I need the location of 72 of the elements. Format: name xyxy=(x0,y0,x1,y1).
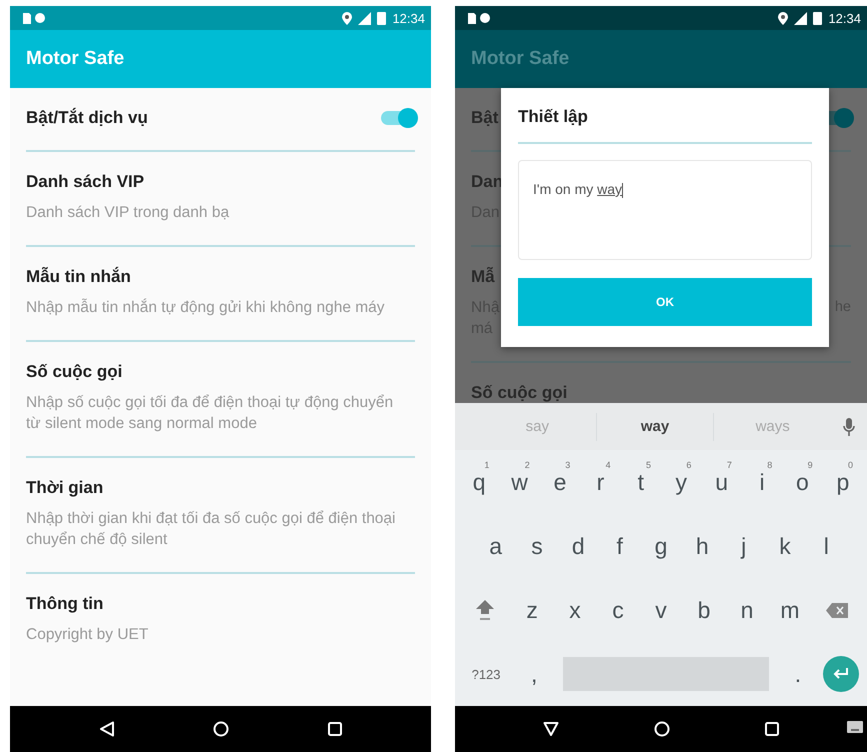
symbols-key[interactable]: ?123 xyxy=(459,646,514,702)
signal-icon xyxy=(794,12,808,24)
setting-summary: Danh sách VIP trong danh bạ xyxy=(26,203,230,223)
setting-title: Danh sách VIP xyxy=(26,172,146,192)
keyboard-key[interactable]: d xyxy=(558,518,599,574)
setting-title: Số cuộc gọi xyxy=(26,362,124,382)
keyboard-key[interactable]: c xyxy=(596,582,640,638)
keyboard-key[interactable]: 1 q xyxy=(459,454,500,510)
keyboard-key[interactable]: n xyxy=(726,582,768,638)
status-time: 12:34 xyxy=(392,10,425,26)
suggestion[interactable]: way xyxy=(596,412,714,440)
setting-summary: Nhập số cuộc gọi tối đa để điện thoại tự động chuyển từ silent mode sang normal mode xyxy=(26,393,394,434)
setting-title: Thời gian xyxy=(26,478,104,498)
keyboard-key[interactable]: 4 r xyxy=(580,454,621,510)
keyboard-key[interactable]: 7 u xyxy=(701,454,742,510)
signal-icon xyxy=(358,12,372,24)
keyboard-key[interactable]: x xyxy=(554,582,597,638)
keyboard-key[interactable]: k xyxy=(764,518,806,574)
keyboard-key[interactable]: 9 o xyxy=(782,454,823,510)
setting-title: Bật xyxy=(471,108,498,128)
battery-icon xyxy=(377,11,386,25)
keyboard-key[interactable]: b xyxy=(682,582,726,638)
keyboard-key[interactable]: z xyxy=(510,582,554,638)
back-icon[interactable] xyxy=(99,721,116,737)
location-icon xyxy=(342,12,352,24)
keyboard-key[interactable]: 3 e xyxy=(540,454,580,510)
backspace-icon[interactable] xyxy=(826,602,848,618)
back-icon[interactable] xyxy=(542,721,559,737)
keyboard-key[interactable]: m xyxy=(768,582,812,638)
setting-summary: Copyright by UET xyxy=(26,625,148,645)
keyboard-key[interactable]: 8 i xyxy=(742,454,782,510)
keyboard-icon[interactable] xyxy=(847,721,863,735)
recents-icon[interactable] xyxy=(765,722,780,736)
app-title: Motor Safe xyxy=(26,48,124,70)
setting-title: Mẫu tin nhắn xyxy=(26,267,132,287)
keyboard-key[interactable]: 0 p xyxy=(822,454,864,510)
keyboard-key[interactable]: , xyxy=(513,646,556,702)
keyboard-key[interactable]: j xyxy=(722,518,764,574)
setting-summary: Nhập mẫu tin nhắn tự động gửi khi không nghe máy xyxy=(26,298,385,318)
keyboard-key[interactable]: a xyxy=(475,518,516,574)
setting-title: Dan xyxy=(471,172,504,192)
keyboard-key[interactable]: l xyxy=(806,518,847,574)
enter-icon xyxy=(833,668,850,680)
setting-summary: Nhập thời gian khi đạt tối đa số cuộc gọi để điện thoại chuyển chế độ silent xyxy=(26,509,396,550)
sd-card-icon xyxy=(22,12,46,24)
keyboard-key[interactable]: s xyxy=(516,518,558,574)
keyboard-key[interactable]: h xyxy=(682,518,723,574)
message-field[interactable]: I'm on my way xyxy=(518,160,812,260)
keyboard-key[interactable]: 2 w xyxy=(499,454,540,510)
setting-title: Thông tin xyxy=(26,594,104,614)
battery-icon xyxy=(813,11,822,25)
shift-icon[interactable] xyxy=(474,599,495,621)
enter-key[interactable] xyxy=(823,656,860,692)
keyboard-key[interactable]: g xyxy=(640,518,682,574)
location-icon xyxy=(778,12,788,24)
home-icon[interactable] xyxy=(213,721,230,737)
home-icon[interactable] xyxy=(654,721,670,737)
keyboard-key[interactable]: 6 y xyxy=(661,454,702,510)
sd-card-icon xyxy=(467,12,491,24)
keyboard-key[interactable]: . xyxy=(776,646,820,702)
setting-title: Số cuộc gọi xyxy=(471,383,568,403)
keyboard-key[interactable]: f xyxy=(598,518,640,574)
keyboard-key[interactable]: v xyxy=(640,582,683,638)
app-title: Motor Safe xyxy=(471,48,570,70)
status-time: 12:34 xyxy=(828,10,861,26)
recents-icon[interactable] xyxy=(328,722,342,736)
keyboard-key[interactable]: 5 t xyxy=(620,454,662,510)
toggle-switch[interactable] xyxy=(381,111,415,125)
setting-title: Bật/Tắt dịch vụ xyxy=(26,108,148,128)
microphone-icon[interactable] xyxy=(843,418,856,436)
setting-title: Mẫ xyxy=(471,267,496,287)
dialog-title: Thiết lập xyxy=(518,106,589,128)
